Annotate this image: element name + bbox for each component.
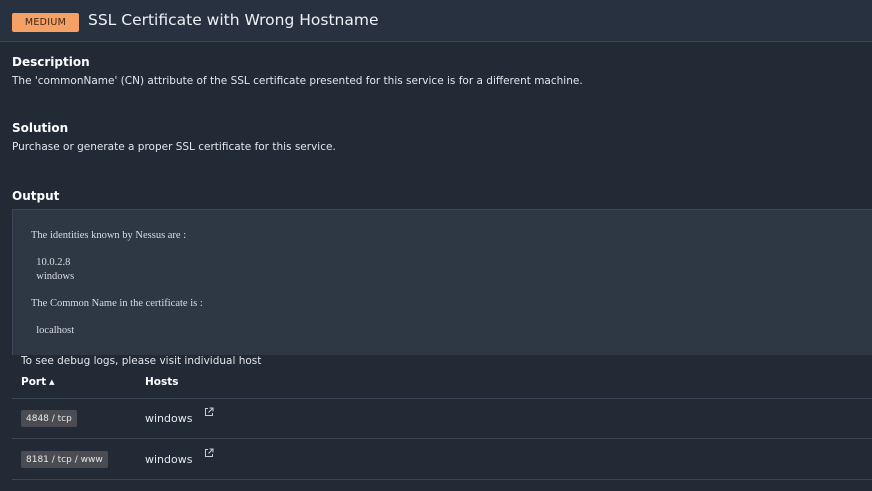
host-link[interactable]: windows — [145, 453, 192, 466]
table-divider — [12, 479, 872, 480]
sort-ascending-icon: ▲ — [49, 378, 55, 386]
description-heading: Description — [12, 55, 90, 69]
plugin-output-text: The identities known by Nessus are : 10.… — [31, 230, 203, 336]
finding-header: MEDIUM SSL Certificate with Wrong Hostna… — [0, 0, 872, 42]
description-text: The 'commonName' (CN) attribute of the S… — [12, 75, 583, 87]
external-link-icon[interactable] — [204, 407, 214, 417]
column-header-hosts[interactable]: Hosts — [145, 376, 179, 388]
output-heading: Output — [12, 189, 60, 203]
debug-logs-note: To see debug logs, please visit individu… — [21, 355, 262, 367]
column-header-port-label: Port — [21, 376, 47, 388]
finding-title: SSL Certificate with Wrong Hostname — [88, 11, 379, 29]
column-header-port[interactable]: Port ▲ — [21, 376, 55, 388]
solution-text: Purchase or generate a proper SSL certif… — [12, 141, 336, 153]
host-link[interactable]: windows — [145, 412, 192, 425]
plugin-output-box: The identities known by Nessus are : 10.… — [12, 209, 872, 355]
external-link-icon[interactable] — [204, 448, 214, 458]
table-divider — [12, 398, 872, 399]
port-badge: 8181 / tcp / www — [21, 451, 108, 468]
severity-badge: MEDIUM — [12, 13, 79, 32]
port-badge: 4848 / tcp — [21, 410, 77, 427]
solution-heading: Solution — [12, 121, 69, 135]
table-divider — [12, 438, 872, 439]
